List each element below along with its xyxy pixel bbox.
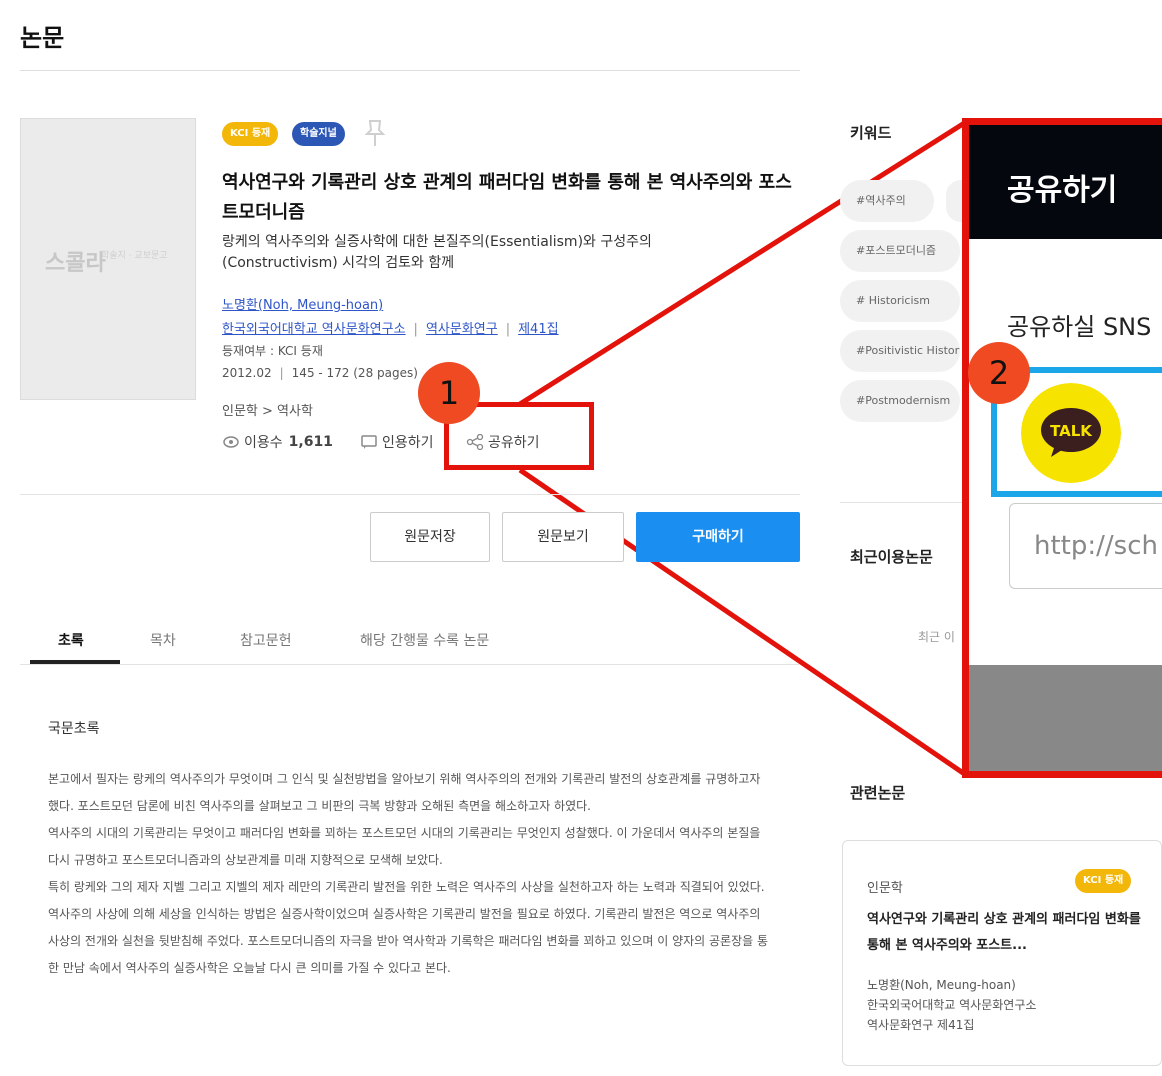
- share-popup-footer: [969, 665, 1162, 771]
- related-papers-label: 관련논문: [850, 784, 906, 802]
- journal-badge: 학술지널: [292, 122, 345, 146]
- related-kci-badge: KCI 등재: [1075, 869, 1132, 893]
- share-popup-header: 공유하기: [969, 125, 1162, 239]
- sidebar-divider: [840, 502, 970, 503]
- related-category: 인문학: [867, 881, 903, 896]
- cite-label: 인용하기: [382, 435, 434, 451]
- info-divider: [20, 494, 800, 495]
- related-paper-card[interactable]: 인문학 KCI 등재 역사연구와 기록관리 상호 관계의 패러다임 변화를 통해…: [842, 840, 1162, 1066]
- tab-same-journal[interactable]: 해당 간행물 수록 논문: [360, 630, 489, 650]
- usage-count: 이용수 1,611: [222, 432, 333, 452]
- related-info: 노명환(Noh, Meung-hoan) 한국외국어대학교 역사문화연구소 역사…: [867, 975, 1147, 1035]
- tab-abstract[interactable]: 초록: [58, 630, 84, 650]
- journal-link[interactable]: 역사문화연구: [426, 322, 498, 337]
- paper-subtitle: 랑케의 역사주의와 실증사학에 대한 본질주의(Essentialism)와 구…: [222, 234, 652, 271]
- kci-status: 등재여부 : KCI 등재: [222, 344, 323, 358]
- cover-logo: 스콜라: [45, 251, 106, 276]
- keyword-chip[interactable]: # Historicism: [840, 280, 960, 322]
- step-1-badge: 1: [418, 362, 480, 424]
- share-popup-prompt: 공유하실 SNS: [1007, 313, 1152, 341]
- share-url-input[interactable]: http://sch: [1009, 503, 1162, 589]
- keywords-label: 키워드: [850, 124, 892, 142]
- purchase-button[interactable]: 구매하기: [636, 512, 800, 562]
- step-2-badge: 2: [968, 342, 1030, 404]
- view-original-button[interactable]: 원문보기: [502, 512, 624, 562]
- recent-papers-empty: 최근 이: [918, 630, 955, 644]
- title-divider: [20, 70, 800, 71]
- usage-number: 1,611: [288, 434, 333, 450]
- related-journal: 역사문화연구 제41집: [867, 1018, 975, 1032]
- tab-divider: [20, 664, 800, 665]
- page-title: 논문: [20, 24, 65, 52]
- keyword-chip[interactable]: #Positivistic History: [840, 330, 960, 372]
- keyword-chip[interactable]: #역사주의: [840, 180, 934, 222]
- publication-date: 2012.02: [222, 366, 272, 380]
- eye-icon: [223, 436, 239, 448]
- author-link[interactable]: 노명환(Noh, Meung-hoan): [222, 294, 383, 313]
- tab-references[interactable]: 참고문헌: [240, 630, 292, 650]
- publication-info: 2012.02 | 145 - 172 (28 pages): [222, 366, 418, 380]
- cover-sub-text: 학술지 · 교보문고: [101, 251, 168, 261]
- paper-title: 역사연구와 기록관리 상호 관계의 패러다임 변화를 통해 본 역사주의와 포스…: [222, 172, 792, 223]
- related-author: 노명환(Noh, Meung-hoan): [867, 978, 1016, 992]
- quote-icon: [361, 435, 377, 449]
- pin-icon[interactable]: [364, 118, 386, 148]
- recent-papers-label: 최근이용논문: [850, 548, 933, 566]
- abstract-heading: 국문초록: [48, 721, 100, 737]
- volume-link[interactable]: 제41집: [518, 322, 558, 337]
- keyword-chip[interactable]: #포스트모더니즘: [840, 230, 960, 272]
- keyword-chip[interactable]: #Postmodernism: [840, 380, 960, 422]
- paper-cover-thumbnail: 스콜라 학술지 · 교보문고: [20, 118, 196, 400]
- share-popup-title: 공유하기: [1007, 173, 1118, 208]
- abstract-body: 본고에서 필자는 랑케의 역사주의가 무엇이며 그 인식 및 실천방법을 알아보…: [48, 772, 769, 975]
- institution-link[interactable]: 한국외국어대학교 역사문화연구소: [222, 322, 406, 337]
- usage-label: 이용수: [244, 435, 283, 451]
- kakaotalk-label: TALK: [1050, 422, 1093, 440]
- related-institution: 한국외국어대학교 역사문화연구소: [867, 998, 1037, 1012]
- related-title[interactable]: 역사연구와 기록관리 상호 관계의 패러다임 변화를 통해 본 역사주의와 포스…: [867, 907, 1147, 959]
- share-popup-zoom: 공유하기 공유하실 SNS TALK http://sch: [962, 118, 1162, 778]
- kci-badge: KCI 등재: [222, 122, 279, 146]
- page-range: 145 - 172 (28 pages): [291, 366, 418, 380]
- subject-category: 인문학 > 역사학: [222, 404, 313, 419]
- tab-toc[interactable]: 목차: [150, 630, 176, 650]
- save-original-button[interactable]: 원문저장: [370, 512, 490, 562]
- publication-meta: 한국외국어대학교 역사문화연구소 | 역사문화연구 | 제41집: [222, 322, 559, 337]
- kakaotalk-icon[interactable]: TALK: [1021, 383, 1121, 483]
- cite-button[interactable]: 인용하기: [360, 432, 434, 452]
